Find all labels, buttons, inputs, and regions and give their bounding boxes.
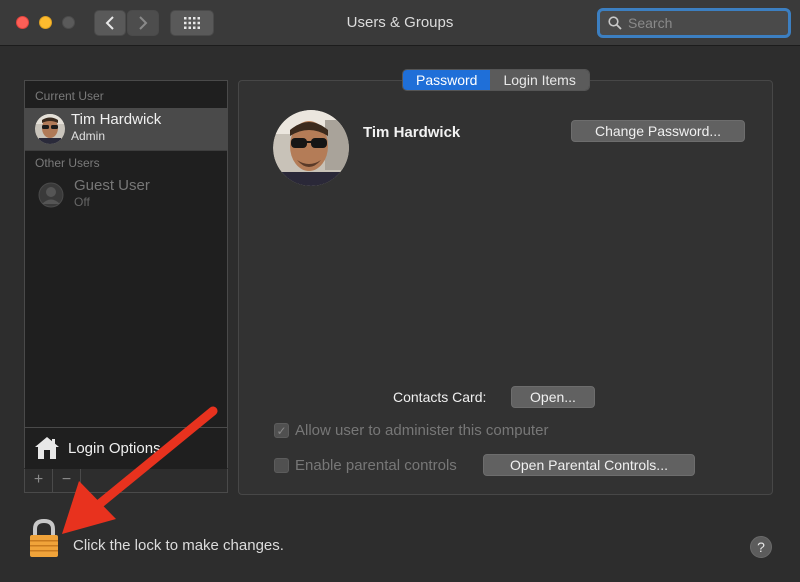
login-options-item[interactable]: Login Options xyxy=(25,427,227,469)
login-options-label: Login Options xyxy=(68,440,161,457)
add-remove-bar: + − xyxy=(24,469,228,493)
search-input[interactable] xyxy=(628,15,778,31)
change-password-button[interactable]: Change Password... xyxy=(571,120,745,142)
preferences-window: Users & Groups Current User Tim xyxy=(0,0,800,582)
parental-controls-checkbox[interactable]: Enable parental controls xyxy=(274,457,457,474)
user-row-guest[interactable]: Guest User Off xyxy=(25,174,227,216)
open-parental-controls-button[interactable]: Open Parental Controls... xyxy=(483,454,695,476)
user-photo[interactable] xyxy=(273,110,349,186)
allow-admin-label: Allow user to administer this computer xyxy=(295,422,549,439)
user-name: Tim Hardwick xyxy=(71,111,162,128)
current-user-header: Current User xyxy=(35,89,104,103)
lock-icon[interactable] xyxy=(28,518,60,558)
search-field[interactable] xyxy=(597,8,791,38)
house-icon xyxy=(35,437,59,459)
user-role: Admin xyxy=(71,129,106,143)
help-icon[interactable]: ? xyxy=(750,536,772,558)
add-user-button[interactable]: + xyxy=(25,469,53,492)
checkmark-icon: ✓ xyxy=(274,423,289,438)
lock-message: Click the lock to make changes. xyxy=(73,537,284,554)
allow-admin-checkbox[interactable]: ✓ Allow user to administer this computer xyxy=(274,422,548,439)
open-contacts-button[interactable]: Open... xyxy=(511,386,595,408)
guest-avatar-icon xyxy=(38,182,64,208)
other-users-header: Other Users xyxy=(35,156,100,170)
user-full-name: Tim Hardwick xyxy=(363,124,461,141)
remove-user-button[interactable]: − xyxy=(53,469,81,492)
users-list: Current User Tim Hardwick Admin Other Us… xyxy=(24,80,228,469)
checkbox-empty-icon xyxy=(274,458,289,473)
tab-bar: Password Login Items xyxy=(402,69,590,91)
tab-login-items[interactable]: Login Items xyxy=(490,70,589,90)
parental-controls-label: Enable parental controls xyxy=(295,457,457,474)
avatar xyxy=(35,114,65,144)
tab-password[interactable]: Password xyxy=(403,70,491,90)
user-row-tim-hardwick[interactable]: Tim Hardwick Admin xyxy=(25,108,227,150)
user-name: Guest User xyxy=(74,177,150,194)
user-status: Off xyxy=(74,195,90,209)
search-icon xyxy=(608,16,622,30)
contacts-card-label: Contacts Card: xyxy=(393,389,487,405)
title-bar: Users & Groups xyxy=(0,0,800,46)
divider xyxy=(25,150,227,151)
